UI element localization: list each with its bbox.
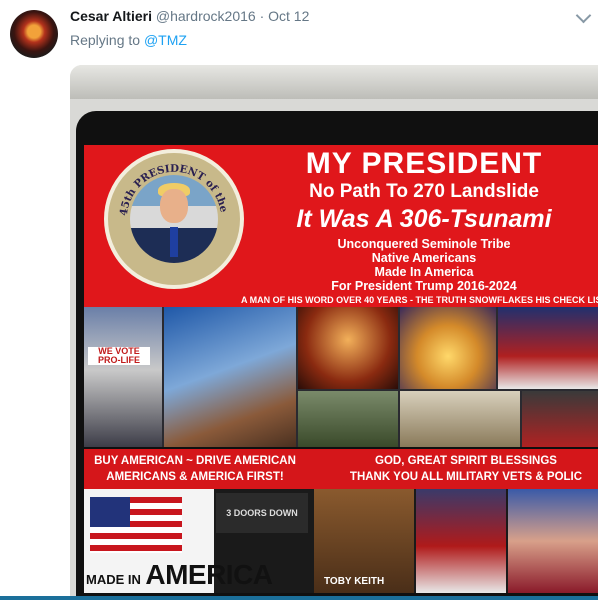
mention-link[interactable]: @TMZ	[144, 32, 187, 48]
tweet-header: Cesar Altieri @hardrock2016 · Oct 12	[70, 7, 309, 25]
tweet-date[interactable]: Oct 12	[268, 8, 309, 24]
slogan-right: GOD, GREAT SPIRIT BLESSINGS THANK YOU AL…	[316, 453, 598, 485]
author-name[interactable]: Cesar Altieri	[70, 8, 152, 24]
toby-keith-label: TOBY KEITH	[324, 576, 385, 587]
sign-title: MY PRESIDENT	[305, 147, 543, 180]
collage-cemetery	[298, 391, 398, 447]
slogan-right-1: GOD, GREAT SPIRIT BLESSINGS	[375, 455, 557, 467]
collage-capitol	[84, 307, 162, 447]
flag-canton	[90, 497, 130, 527]
tweet-image[interactable]: 45th PRESIDENT of the UNITED STATES MY P…	[70, 65, 598, 600]
made-in-america-panel: MADE IN AMERICA	[84, 489, 273, 593]
collage-chief	[298, 307, 398, 389]
bottom-border	[0, 596, 598, 600]
made-in-label: MADE IN	[86, 572, 141, 587]
america-label: AMERICA	[145, 559, 273, 590]
portrait-tie	[170, 227, 178, 257]
performer-photo	[508, 489, 598, 593]
slogan-right-2: THANK YOU ALL MILITARY VETS & POLIC	[349, 471, 583, 483]
toby-keith-photo: TOBY KEITH	[314, 489, 414, 593]
collage-jesus	[400, 307, 496, 389]
made-in-america-text: MADE IN AMERICA	[86, 559, 273, 591]
singer-photo	[416, 489, 506, 593]
portrait-face	[160, 189, 188, 223]
avatar[interactable]	[10, 10, 58, 58]
vote-sticker: WE VOTE PRO-LIFE	[88, 347, 150, 365]
photo-collage: WE VOTE PRO-LIFE	[84, 307, 598, 447]
slogan-left-2: AMERICANS & AMERICA FIRST!	[106, 471, 284, 483]
replying-to: Replying to @TMZ	[70, 32, 187, 48]
collage-memorial	[400, 391, 520, 447]
sign-line-6: Made In America	[374, 265, 474, 279]
replying-prefix: Replying to	[70, 32, 141, 48]
slogan-band: BUY AMERICAN ~ DRIVE AMERICAN AMERICANS …	[84, 449, 598, 489]
collage-warrior	[164, 307, 296, 447]
sign-line-8: A MAN OF HIS WORD OVER 40 YEARS - THE TR…	[240, 295, 598, 305]
collage-flags	[522, 391, 598, 447]
presidential-seal: 45th PRESIDENT of the UNITED STATES	[104, 149, 244, 289]
us-flag	[90, 497, 182, 553]
band-logo: 3 DOORS DOWN	[216, 493, 308, 533]
sign-line-5: Native Americans	[371, 251, 477, 265]
sign-lines: Unconquered Seminole Tribe Native Americ…	[260, 237, 588, 293]
chevron-down-icon[interactable]	[575, 7, 592, 24]
sign-line-2: No Path To 270 Landslide	[309, 181, 539, 202]
sign-line-4: Unconquered Seminole Tribe	[337, 237, 511, 251]
portrait-photo	[130, 175, 218, 263]
bottom-collage: MADE IN AMERICA 3 DOORS DOWN TOBY KEITH	[84, 489, 598, 593]
separator: ·	[259, 8, 265, 24]
sign-line-3: It Was A 306-Tsunami	[296, 205, 552, 233]
slogan-left: BUY AMERICAN ~ DRIVE AMERICAN AMERICANS …	[84, 453, 306, 485]
car-roof	[70, 65, 598, 99]
collage-veterans	[498, 307, 598, 389]
slogan-left-1: BUY AMERICAN ~ DRIVE AMERICAN	[94, 455, 296, 467]
sign-line-7: For President Trump 2016-2024	[331, 279, 517, 293]
author-handle[interactable]: @hardrock2016	[156, 8, 256, 24]
